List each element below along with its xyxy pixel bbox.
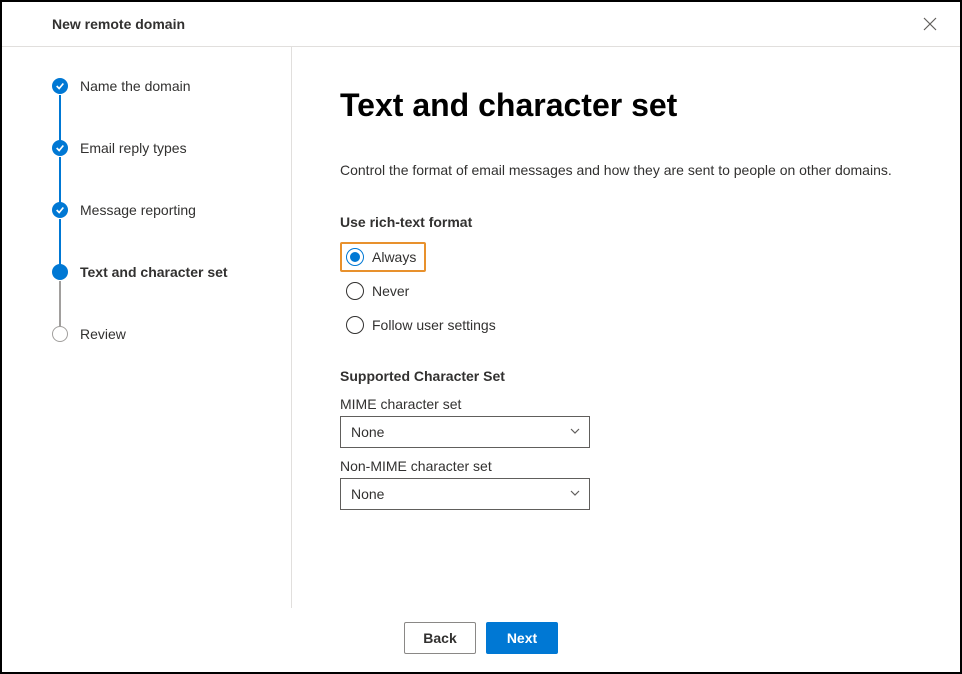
radio-never[interactable]: Never — [340, 276, 417, 306]
step-message-reporting[interactable]: Message reporting — [52, 201, 271, 263]
chevron-down-icon — [569, 486, 581, 502]
upcoming-step-icon — [52, 326, 68, 342]
step-review[interactable]: Review — [52, 325, 271, 343]
close-button[interactable] — [920, 14, 940, 34]
step-email-reply[interactable]: Email reply types — [52, 139, 271, 201]
nonmime-field-label: Non-MIME character set — [340, 458, 920, 474]
nonmime-charset-select[interactable]: None — [340, 478, 590, 510]
step-label: Text and character set — [80, 264, 228, 280]
current-step-icon — [52, 264, 68, 280]
close-icon — [923, 17, 937, 31]
select-value: None — [351, 486, 384, 502]
page-description: Control the format of email messages and… — [340, 162, 920, 178]
step-label: Email reply types — [80, 140, 187, 156]
radio-always[interactable]: Always — [340, 242, 426, 272]
page-title: Text and character set — [340, 87, 920, 124]
step-text-charset[interactable]: Text and character set — [52, 263, 271, 325]
radio-label: Always — [372, 249, 416, 265]
charset-section-label: Supported Character Set — [340, 368, 920, 384]
radio-icon — [346, 316, 364, 334]
check-icon — [52, 202, 68, 218]
mime-charset-select[interactable]: None — [340, 416, 590, 448]
dialog-title: New remote domain — [52, 16, 185, 32]
radio-icon — [346, 282, 364, 300]
next-button[interactable]: Next — [486, 622, 558, 654]
step-label: Message reporting — [80, 202, 196, 218]
rich-text-radio-group: Always Never Follow user settings — [340, 242, 920, 340]
rich-text-label: Use rich-text format — [340, 214, 920, 230]
chevron-down-icon — [569, 424, 581, 440]
wizard-sidebar: Name the domain Email reply types Messag… — [2, 47, 292, 608]
step-name-domain[interactable]: Name the domain — [52, 77, 271, 139]
radio-icon — [346, 248, 364, 266]
step-label: Review — [80, 326, 126, 342]
radio-follow-user[interactable]: Follow user settings — [340, 310, 504, 340]
step-label: Name the domain — [80, 78, 191, 94]
check-icon — [52, 78, 68, 94]
back-button[interactable]: Back — [404, 622, 476, 654]
check-icon — [52, 140, 68, 156]
radio-label: Never — [372, 283, 409, 299]
select-value: None — [351, 424, 384, 440]
mime-field-label: MIME character set — [340, 396, 920, 412]
radio-label: Follow user settings — [372, 317, 496, 333]
